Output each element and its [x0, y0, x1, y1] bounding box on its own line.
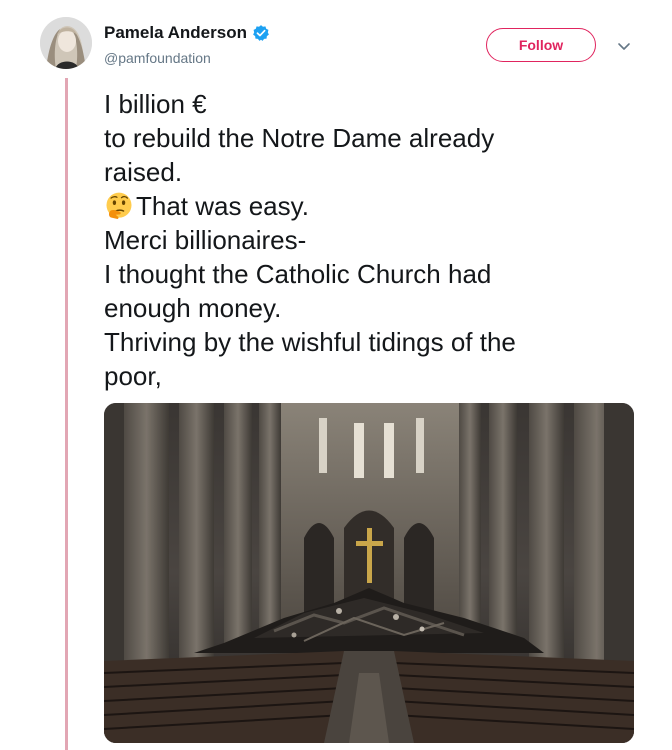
tweet-line: I thought the Catholic Church had [104, 259, 492, 289]
tweet-line: Merci billionaires- [104, 225, 307, 255]
verified-badge-icon [253, 25, 269, 41]
name-row: Pamela Anderson [104, 22, 270, 44]
tweet-text: I billion € to rebuild the Notre Dame al… [104, 87, 624, 393]
user-handle[interactable]: @pamfoundation [104, 49, 270, 67]
tweet-line: That was easy. [136, 191, 309, 221]
user-info: Pamela Anderson @pamfoundation [104, 22, 270, 67]
notre-dame-interior-photo [104, 403, 634, 743]
tweet-line: to rebuild the Notre Dame already [104, 123, 495, 153]
tweet-card: Pamela Anderson @pamfoundation Follow I … [0, 0, 672, 750]
display-name[interactable]: Pamela Anderson [104, 22, 247, 44]
chevron-down-icon[interactable] [614, 36, 634, 56]
follow-button[interactable]: Follow [486, 28, 596, 62]
thinking-face-icon [106, 192, 132, 219]
thread-line [65, 78, 68, 750]
avatar[interactable] [40, 17, 92, 69]
tweet-line: poor, [104, 361, 162, 391]
tweet-line-with-emoji: That was easy. [104, 189, 624, 223]
tweet-photo[interactable] [104, 403, 634, 743]
tweet-line: I billion € [104, 89, 207, 119]
tweet-line: enough money. [104, 293, 282, 323]
tweet-line: raised. [104, 157, 183, 187]
tweet-line: Thriving by the wishful tidings of the [104, 327, 516, 357]
